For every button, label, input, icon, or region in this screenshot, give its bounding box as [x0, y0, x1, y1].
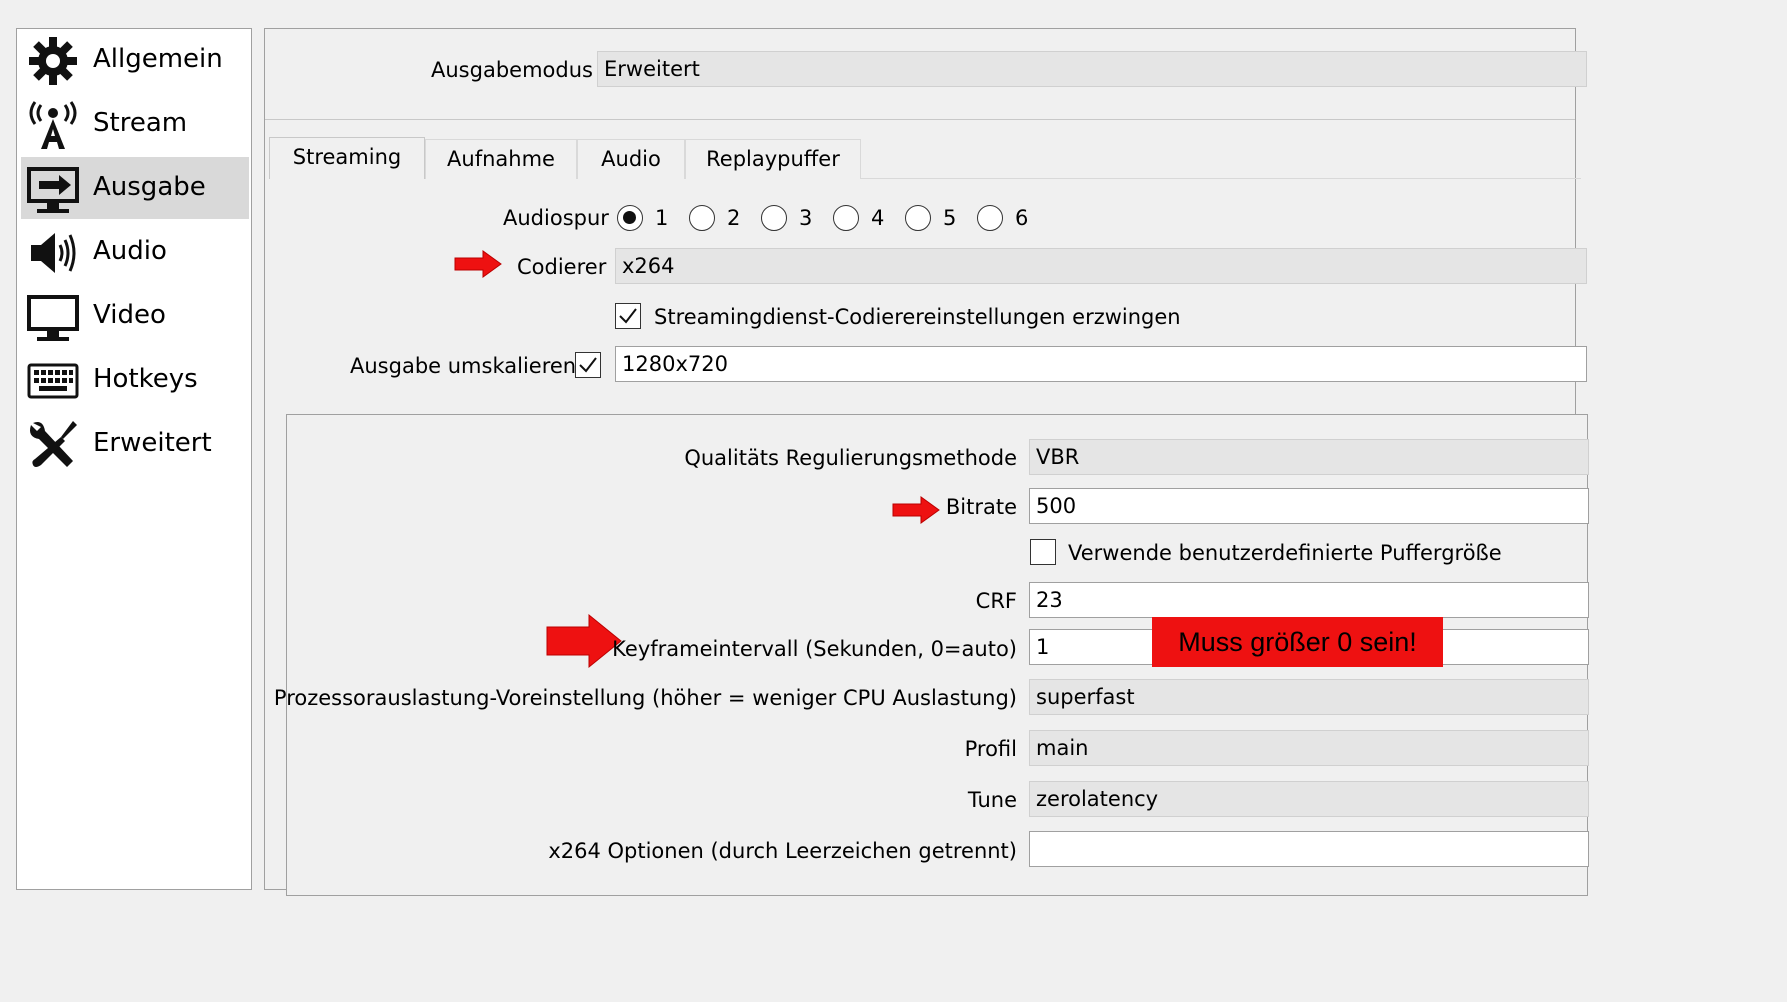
keyboard-icon: [27, 355, 79, 407]
bitrate-label: Bitrate: [945, 495, 1017, 519]
custom-buffer-checkbox[interactable]: [1030, 539, 1056, 565]
x264-options-label: x264 Optionen (durch Leerzeichen getrenn…: [548, 839, 1017, 863]
annotation-note: Muss größer 0 sein!: [1152, 617, 1443, 667]
checkmark-icon: [619, 308, 637, 324]
monitor-output-icon: [27, 163, 79, 215]
sidebar-item-label: Video: [93, 300, 166, 330]
arrow-right-icon: [892, 496, 940, 524]
arrow-right-icon: [454, 250, 502, 278]
tab-bar-line: [861, 178, 1581, 179]
audio-track-option-label: 1: [655, 206, 669, 230]
tab-replaypuffer[interactable]: Replaypuffer: [685, 139, 861, 179]
audio-track-option-label: 4: [871, 206, 885, 230]
audio-track-radio-5[interactable]: [905, 205, 931, 231]
tab-aufnahme[interactable]: Aufnahme: [425, 139, 577, 179]
tools-icon: [27, 419, 79, 471]
sidebar-item-stream[interactable]: Stream: [21, 93, 249, 155]
audio-track-label: Audiospur: [503, 206, 609, 230]
rescale-label: Ausgabe umskalieren: [350, 354, 577, 378]
tune-label: Tune: [967, 788, 1017, 812]
gear-icon: [27, 35, 79, 87]
enforce-encoder-label: Streamingdienst-Codierereinstellungen er…: [654, 305, 1181, 329]
rate-control-label: Qualitäts Regulierungsmethode: [684, 446, 1017, 470]
crf-label: CRF: [975, 589, 1017, 613]
bitrate-input[interactable]: 500: [1029, 488, 1589, 524]
sidebar-item-video[interactable]: Video: [21, 285, 249, 347]
sidebar-item-label: Audio: [93, 236, 167, 266]
divider: [265, 119, 1575, 120]
crf-input[interactable]: 23: [1029, 582, 1589, 618]
keyframe-label: Keyframeintervall (Sekunden, 0=auto): [612, 637, 1017, 661]
sidebar-item-allgemein[interactable]: Allgemein: [21, 29, 249, 91]
audio-track-option-label: 6: [1015, 206, 1029, 230]
profile-label: Profil: [964, 737, 1017, 761]
encoder-dropdown[interactable]: x264: [615, 248, 1587, 284]
sidebar-item-erweitert[interactable]: Erweitert: [21, 413, 249, 475]
sidebar-item-label: Erweitert: [93, 428, 212, 458]
x264-options-input[interactable]: [1029, 831, 1589, 867]
audio-track-option-label: 5: [943, 206, 957, 230]
tab-streaming[interactable]: Streaming: [269, 137, 425, 179]
sidebar-item-audio[interactable]: Audio: [21, 221, 249, 283]
rescale-resolution-input[interactable]: 1280x720: [615, 346, 1587, 382]
sidebar-item-label: Allgemein: [93, 44, 223, 74]
speaker-icon: [27, 227, 79, 279]
audio-track-option-label: 2: [727, 206, 741, 230]
broadcast-antenna-icon: [27, 99, 79, 151]
rescale-checkbox[interactable]: [575, 352, 601, 378]
output-mode-dropdown[interactable]: Erweitert: [597, 51, 1587, 87]
custom-buffer-label: Verwende benutzerdefinierte Puffergröße: [1068, 541, 1502, 565]
cpu-preset-dropdown[interactable]: superfast: [1029, 679, 1589, 715]
audio-track-radio-3[interactable]: [761, 205, 787, 231]
sidebar-item-label: Hotkeys: [93, 364, 198, 394]
audio-track-radio-6[interactable]: [977, 205, 1003, 231]
sidebar-item-ausgabe[interactable]: Ausgabe: [21, 157, 249, 219]
checkmark-icon: [579, 357, 597, 373]
monitor-icon: [27, 291, 79, 343]
settings-sidebar: Allgemein Stream Ausgabe Audio Video Hot…: [16, 28, 252, 890]
rate-control-dropdown[interactable]: VBR: [1029, 439, 1589, 475]
enforce-encoder-checkbox[interactable]: [615, 303, 641, 329]
tune-dropdown[interactable]: zerolatency: [1029, 781, 1589, 817]
cpu-preset-label: Prozessorauslastung-Voreinstellung (höhe…: [273, 686, 1017, 710]
sidebar-item-label: Ausgabe: [93, 172, 206, 202]
audio-track-radio-1[interactable]: [617, 205, 643, 231]
profile-dropdown[interactable]: main: [1029, 730, 1589, 766]
audio-track-radio-2[interactable]: [689, 205, 715, 231]
sidebar-item-hotkeys[interactable]: Hotkeys: [21, 349, 249, 411]
audio-track-radio-4[interactable]: [833, 205, 859, 231]
tab-audio[interactable]: Audio: [577, 139, 685, 179]
sidebar-item-label: Stream: [93, 108, 188, 138]
output-mode-label: Ausgabemodus: [431, 58, 593, 82]
audio-track-option-label: 3: [799, 206, 813, 230]
encoder-label: Codierer: [517, 255, 607, 279]
